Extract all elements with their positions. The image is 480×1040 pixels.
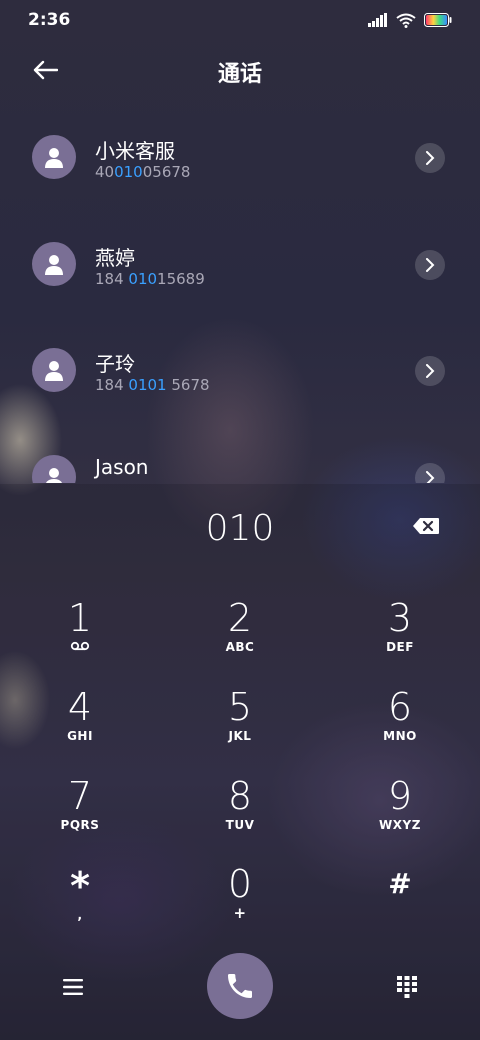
signal-icon: [368, 13, 387, 27]
chevron-right-icon: [426, 151, 435, 165]
battery-icon: [424, 13, 452, 27]
chevron-right-icon: [426, 471, 435, 483]
key-star[interactable]: * ,: [20, 864, 140, 944]
menu-button[interactable]: [58, 972, 88, 1002]
backspace-button[interactable]: [410, 514, 442, 538]
contact-number: 184 0101 5678: [95, 376, 210, 394]
contact-name: 小米客服: [95, 139, 175, 163]
contact-row[interactable]: 子玲 184 0101 5678: [0, 318, 480, 398]
contact-name: Jason: [95, 455, 149, 479]
key-0[interactable]: 0 +: [180, 862, 300, 942]
chevron-right-icon: [426, 258, 435, 272]
contact-row[interactable]: Jason: [0, 425, 480, 483]
key-9[interactable]: 9 WXYZ: [340, 774, 460, 854]
key-1[interactable]: 1: [20, 596, 140, 676]
contact-name: 子玲: [95, 352, 135, 376]
avatar: [32, 242, 76, 286]
contact-details-button[interactable]: [415, 356, 445, 386]
status-time: 2:36: [28, 10, 71, 30]
contact-row[interactable]: 小米客服 4001005678: [0, 105, 480, 185]
phone-icon: [228, 974, 252, 998]
key-8[interactable]: 8 TUV: [180, 774, 300, 854]
call-button[interactable]: [207, 953, 273, 1019]
key-hash[interactable]: #: [340, 862, 460, 942]
person-icon: [45, 361, 63, 381]
menu-icon: [63, 979, 83, 995]
key-2[interactable]: 2 ABC: [180, 596, 300, 676]
dialpad-icon: [397, 976, 417, 998]
contact-details-button[interactable]: [415, 143, 445, 173]
avatar: [32, 348, 76, 392]
contact-number: 4001005678: [95, 163, 191, 181]
key-4[interactable]: 4 GHI: [20, 685, 140, 765]
chevron-right-icon: [426, 364, 435, 378]
status-icons: [368, 13, 452, 28]
page-title: 通话: [217, 62, 262, 87]
contact-details-button[interactable]: [415, 463, 445, 483]
header: 通话: [0, 48, 480, 92]
contact-details-button[interactable]: [415, 250, 445, 280]
keypad-toggle-button[interactable]: [390, 970, 424, 1004]
status-bar: 2:36: [0, 0, 480, 40]
key-6[interactable]: 6 MNO: [340, 685, 460, 765]
wifi-icon: [396, 13, 416, 28]
key-5[interactable]: 5 JKL: [180, 685, 300, 765]
dial-input[interactable]: 010: [0, 508, 480, 549]
backspace-icon: [413, 518, 439, 534]
person-icon: [45, 255, 63, 275]
person-icon: [45, 148, 63, 168]
key-3[interactable]: 3 DEF: [340, 596, 460, 676]
avatar: [32, 455, 76, 483]
contact-number: 184 01015689: [95, 270, 205, 288]
key-7[interactable]: 7 PQRS: [20, 774, 140, 854]
avatar: [32, 135, 76, 179]
contact-name: 燕婷: [95, 246, 135, 270]
voicemail-icon: [20, 640, 140, 654]
contact-suggestions: 小米客服 4001005678 燕婷 184 01015689 子玲 184 0…: [0, 105, 480, 483]
bottom-bar: [0, 950, 480, 1040]
contact-row[interactable]: 燕婷 184 01015689: [0, 212, 480, 292]
person-icon: [46, 468, 62, 483]
